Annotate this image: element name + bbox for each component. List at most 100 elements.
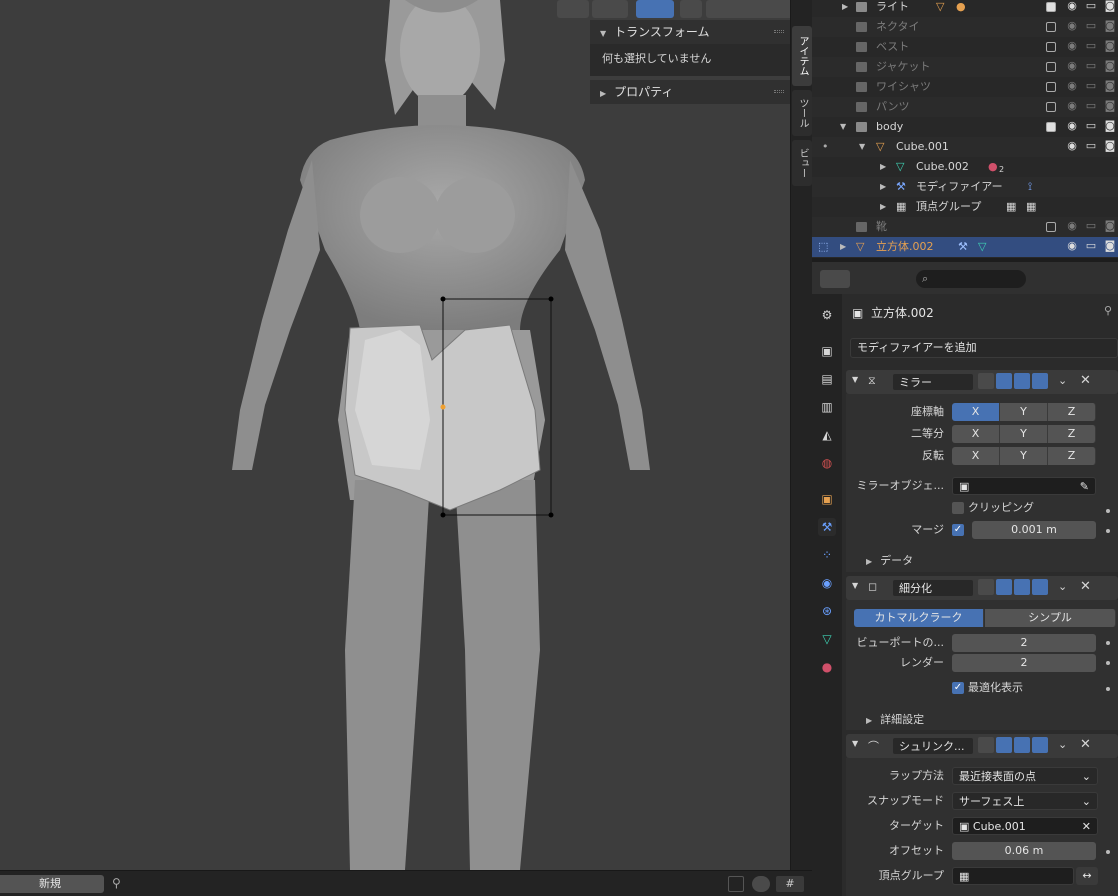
camera-icon[interactable]: ◙ bbox=[1104, 40, 1116, 52]
chevron-down-icon[interactable]: ⌄ bbox=[1058, 738, 1067, 751]
mirror-object-field[interactable]: ▣ ✎ bbox=[952, 477, 1096, 495]
material-icon[interactable]: ● bbox=[818, 658, 836, 676]
subdivision-name-field[interactable]: 細分化 bbox=[892, 579, 974, 597]
camera-icon[interactable]: ◙ bbox=[1104, 80, 1116, 92]
eye-icon[interactable]: ◉ bbox=[1066, 60, 1078, 72]
scene-icon[interactable]: ◭ bbox=[818, 426, 836, 444]
camera-icon[interactable]: ◙ bbox=[1104, 100, 1116, 112]
expand-right-icon[interactable]: ▶ bbox=[880, 197, 886, 217]
particles-icon[interactable]: ⁘ bbox=[818, 546, 836, 564]
clipping-checkbox[interactable] bbox=[952, 502, 964, 514]
constraints-icon[interactable]: ⊛ bbox=[818, 602, 836, 620]
camera-icon[interactable]: ◙ bbox=[1104, 120, 1116, 132]
expand-right-icon[interactable]: ▶ bbox=[840, 237, 846, 257]
keyframe-dot-icon[interactable] bbox=[1106, 509, 1110, 513]
exclude-checkbox[interactable] bbox=[1046, 62, 1056, 72]
edit-cage-icon[interactable] bbox=[978, 373, 994, 389]
exclude-checkbox[interactable] bbox=[1046, 82, 1056, 92]
edit-cage-icon[interactable] bbox=[978, 737, 994, 753]
close-icon[interactable]: ✕ bbox=[1080, 373, 1091, 388]
axis-y-toggle[interactable]: Y bbox=[1000, 403, 1048, 421]
eye-icon[interactable]: ◉ bbox=[1066, 20, 1078, 32]
monitor-icon[interactable]: ▭ bbox=[1085, 140, 1097, 152]
eye-icon[interactable]: ◉ bbox=[1066, 80, 1078, 92]
outliner-row-shirt[interactable]: ワイシャツ ◉ ▭ ◙ bbox=[812, 77, 1118, 97]
select-mode-button[interactable] bbox=[557, 0, 589, 18]
outliner-row-modifiers[interactable]: ▶ ⚒ モディファイアー ⟟ bbox=[812, 177, 1118, 197]
camera-icon[interactable]: ◙ bbox=[1104, 240, 1116, 252]
outliner-row-jacket[interactable]: ジャケット ◉ ▭ ◙ bbox=[812, 57, 1118, 77]
advanced-subpanel-header[interactable]: ▶ 詳細設定 bbox=[866, 711, 924, 727]
outliner-row-pants[interactable]: パンツ ◉ ▭ ◙ bbox=[812, 97, 1118, 117]
monitor-icon[interactable]: ▭ bbox=[1085, 20, 1097, 32]
keyframe-dot-icon[interactable] bbox=[1106, 529, 1110, 533]
data-subpanel-header[interactable]: ▶ データ bbox=[866, 552, 913, 568]
expand-right-icon[interactable]: ▶ bbox=[880, 157, 886, 177]
outliner-row-vest[interactable]: ベスト ◉ ▭ ◙ bbox=[812, 37, 1118, 57]
monitor-icon[interactable]: ▭ bbox=[1085, 240, 1097, 252]
render-display-icon[interactable] bbox=[1032, 579, 1048, 595]
edit-cage-icon[interactable] bbox=[978, 579, 994, 595]
monitor-icon[interactable]: ▭ bbox=[1085, 120, 1097, 132]
wrap-method-dropdown[interactable]: 最近接表面の点 ⌄ bbox=[952, 767, 1098, 785]
offset-field[interactable]: 0.06 m bbox=[952, 842, 1096, 860]
simple-toggle[interactable]: シンプル bbox=[985, 609, 1116, 627]
expand-right-icon[interactable]: ▶ bbox=[880, 177, 886, 197]
eye-icon[interactable]: ◉ bbox=[1066, 120, 1078, 132]
world-icon[interactable]: ◍ bbox=[818, 454, 836, 472]
monitor-icon[interactable]: ▭ bbox=[1085, 80, 1097, 92]
monitor-icon[interactable]: ▭ bbox=[1085, 100, 1097, 112]
mirror-modifier-header[interactable]: ▼ ⧖ ミラー ⌄ ✕ bbox=[846, 370, 1118, 394]
render-display-icon[interactable] bbox=[1032, 737, 1048, 753]
chevron-down-icon[interactable]: ⌄ bbox=[1058, 374, 1067, 387]
modifier-wrench-icon[interactable]: ⚒ bbox=[818, 518, 836, 536]
snap-mode-dropdown[interactable]: サーフェス上 ⌄ bbox=[952, 792, 1098, 810]
transform-panel-header[interactable]: ▼ トランスフォーム bbox=[590, 20, 790, 44]
viewport-levels-field[interactable]: 2 bbox=[952, 634, 1096, 652]
keyframe-dot-icon[interactable] bbox=[1106, 641, 1110, 645]
catmull-clark-toggle[interactable]: カトマルクラーク bbox=[854, 609, 984, 627]
mirror-name-field[interactable]: ミラー bbox=[892, 373, 974, 391]
bisect-y-toggle[interactable]: Y bbox=[1000, 425, 1048, 443]
invert-vertex-group-icon[interactable]: ↔ bbox=[1076, 867, 1098, 885]
physics-icon[interactable]: ◉ bbox=[818, 574, 836, 592]
flip-y-toggle[interactable]: Y bbox=[1000, 447, 1048, 465]
eyedropper-icon[interactable]: ✎ bbox=[1080, 478, 1089, 496]
outliner-row-body[interactable]: ▼ body ◉ ▭ ◙ bbox=[812, 117, 1118, 137]
render-levels-field[interactable]: 2 bbox=[952, 654, 1096, 672]
outliner-row-necktie[interactable]: ネクタイ ◉ ▭ ◙ bbox=[812, 17, 1118, 37]
exclude-checkbox[interactable] bbox=[1046, 42, 1056, 52]
outliner-row-cube002[interactable]: ▶ ▽ Cube.002 ● 2 bbox=[812, 157, 1118, 177]
subdivision-modifier-header[interactable]: ▼ ◻ 細分化 ⌄ ✕ bbox=[846, 576, 1118, 600]
render-display-icon[interactable] bbox=[1032, 373, 1048, 389]
snap-grid-icon[interactable]: # bbox=[776, 876, 804, 892]
monitor-icon[interactable]: ▭ bbox=[1085, 220, 1097, 232]
exclude-checkbox[interactable] bbox=[1046, 2, 1056, 12]
merge-checkbox[interactable]: ✓ bbox=[952, 524, 964, 536]
output-icon[interactable]: ▤ bbox=[818, 370, 836, 388]
editor-type-button[interactable] bbox=[820, 270, 850, 288]
exclude-checkbox[interactable] bbox=[1046, 22, 1056, 32]
outliner-row-cube001[interactable]: • ▼ ▽ Cube.001 ◉ ▭ ◙ bbox=[812, 137, 1118, 157]
camera-icon[interactable]: ◙ bbox=[1104, 220, 1116, 232]
shrinkwrap-name-field[interactable]: シュリンク... bbox=[892, 737, 974, 755]
monitor-icon[interactable]: ▭ bbox=[1085, 60, 1097, 72]
keyframe-dot-icon[interactable] bbox=[1106, 687, 1110, 691]
search-input[interactable]: ⌕ bbox=[916, 270, 1026, 288]
outliner-row-vertex-groups[interactable]: ▶ ▦ 頂点グループ ▦ ▦ bbox=[812, 197, 1118, 217]
eye-icon[interactable]: ◉ bbox=[1066, 220, 1078, 232]
chevron-down-icon[interactable]: ⌄ bbox=[1058, 580, 1067, 593]
camera-icon[interactable]: ◙ bbox=[1104, 140, 1116, 152]
tab-view[interactable]: ビュー bbox=[792, 140, 812, 186]
close-icon[interactable]: ✕ bbox=[1080, 737, 1091, 752]
upload-icon[interactable] bbox=[728, 876, 744, 892]
outliner-row-shoes[interactable]: 靴 ◉ ▭ ◙ bbox=[812, 217, 1118, 237]
xray-toggle-button[interactable] bbox=[680, 0, 702, 18]
editmode-icon[interactable] bbox=[996, 373, 1012, 389]
viewport-display-icon[interactable] bbox=[1014, 373, 1030, 389]
tab-tool[interactable]: ツール bbox=[792, 90, 812, 136]
eye-icon[interactable]: ◉ bbox=[1066, 0, 1078, 12]
flip-x-toggle[interactable]: X bbox=[952, 447, 1000, 465]
drag-handle-icon[interactable] bbox=[774, 90, 784, 93]
eye-icon[interactable]: ◉ bbox=[1066, 240, 1078, 252]
